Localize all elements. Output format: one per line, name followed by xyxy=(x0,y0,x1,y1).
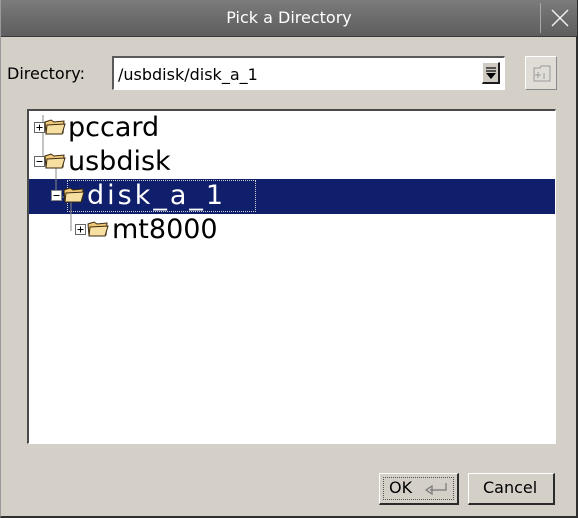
tree-node-label: usbdisk xyxy=(68,146,171,177)
ok-button-label: OK xyxy=(389,478,413,497)
tree-node-label: disk_a_1 xyxy=(87,180,227,211)
directory-label: Directory: xyxy=(7,64,85,83)
window-title: Pick a Directory xyxy=(226,8,352,27)
chevron-down-icon xyxy=(486,67,496,79)
tree-node-disk-a-1[interactable]: disk_a_1 xyxy=(29,179,429,213)
tree-node-usbdisk[interactable]: usbdisk xyxy=(29,145,329,179)
tree-node-label: mt8000 xyxy=(112,214,218,245)
cancel-button[interactable]: Cancel xyxy=(468,473,555,505)
folder-icon xyxy=(44,119,66,135)
folder-icon xyxy=(44,153,66,169)
folder-icon xyxy=(63,187,85,203)
tree-node-mt8000[interactable]: mt8000 xyxy=(29,213,329,247)
cancel-button-label: Cancel xyxy=(483,478,538,497)
close-button[interactable] xyxy=(540,3,577,33)
close-icon xyxy=(551,9,569,27)
new-folder-button[interactable] xyxy=(525,56,557,90)
directory-dropdown-button[interactable] xyxy=(482,62,500,84)
tree-node-pccard[interactable]: pccard xyxy=(29,111,329,145)
directory-input[interactable]: /usbdisk/disk_a_1 xyxy=(118,65,258,84)
directory-tree[interactable]: pccard usbdisk disk_a_1 mt8000 xyxy=(27,109,556,444)
ok-button[interactable]: OK xyxy=(379,473,459,505)
directory-combobox[interactable]: /usbdisk/disk_a_1 xyxy=(112,56,505,90)
expand-icon[interactable] xyxy=(75,224,86,235)
folder-icon xyxy=(87,221,109,237)
tree-node-label: pccard xyxy=(68,112,160,143)
collapse-icon[interactable] xyxy=(51,190,62,201)
pick-directory-dialog: Pick a Directory Directory: /usbdisk/dis… xyxy=(0,0,578,518)
title-bar[interactable]: Pick a Directory xyxy=(1,0,577,37)
new-folder-icon xyxy=(533,65,551,82)
enter-key-icon xyxy=(424,483,447,496)
